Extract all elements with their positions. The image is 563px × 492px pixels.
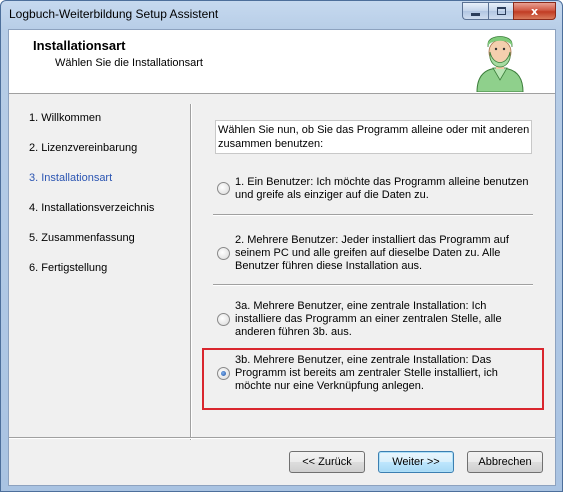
footer-divider [9,437,555,439]
radio-button[interactable] [217,247,230,260]
maximize-icon [496,7,506,15]
question-text: Wählen Sie nun, ob Sie das Programm alle… [215,120,532,154]
step-item: 2. Lizenzvereinbarung [29,142,138,154]
highlight-box [202,348,544,410]
step-item: 5. Zusammenfassung [29,232,135,244]
minimize-button[interactable] [462,2,488,20]
minimize-icon [471,12,480,16]
option-label[interactable]: 3a. Mehrere Benutzer, eine zentrale Inst… [235,300,531,339]
radio-button[interactable] [217,182,230,195]
option-label[interactable]: 1. Ein Benutzer: Ich möchte das Programm… [235,176,531,202]
page-subtitle: Wählen Sie die Installationsart [55,57,203,69]
step-item-active: 3. Installationsart [29,172,113,184]
step-item: 4. Installationsverzeichnis [29,202,155,214]
radio-button[interactable] [217,313,230,326]
step-item: 1. Willkommen [29,112,102,124]
option-label[interactable]: 2. Mehrere Benutzer: Jeder installiert d… [235,234,531,273]
next-button[interactable]: Weiter >> [378,451,454,473]
maximize-button[interactable] [488,2,513,20]
vertical-divider [190,104,192,440]
option-divider [213,284,533,286]
setup-window: Logbuch-Weiterbildung Setup Assistent x … [0,0,563,492]
cancel-button[interactable]: Abbrechen [467,451,543,473]
window-title: Logbuch-Weiterbildung Setup Assistent [9,7,219,21]
page-title: Installationsart [33,38,126,53]
title-bar[interactable]: Logbuch-Weiterbildung Setup Assistent x [1,1,562,29]
client-area: Installationsart Wählen Sie die Installa… [8,29,556,486]
surgeon-icon [476,36,524,92]
caption-buttons: x [462,2,556,20]
wizard-header: Installationsart Wählen Sie die Installa… [9,30,555,94]
close-icon: x [530,4,539,18]
step-item: 6. Fertigstellung [29,262,108,274]
option-divider [213,214,533,216]
back-button[interactable]: << Zurück [289,451,365,473]
close-button[interactable]: x [513,2,556,20]
